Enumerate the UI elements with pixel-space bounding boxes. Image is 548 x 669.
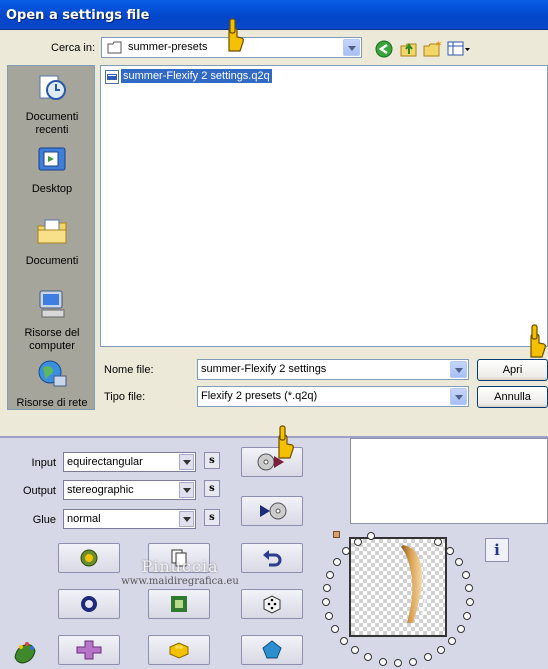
filename-value: summer-Flexify 2 settings bbox=[201, 363, 327, 375]
output-s-button[interactable]: s bbox=[204, 480, 220, 497]
open-button[interactable]: Apri bbox=[477, 359, 548, 381]
folder-icon bbox=[107, 41, 122, 54]
brick-icon bbox=[169, 642, 189, 659]
rotation-dot[interactable] bbox=[332, 558, 341, 567]
output-select[interactable]: stereographic bbox=[63, 480, 196, 500]
place-my-computer[interactable]: Risorse del computer bbox=[8, 288, 96, 353]
bug-icon bbox=[80, 549, 98, 567]
chevron-down-icon[interactable] bbox=[450, 361, 467, 378]
dialog-title: Open a settings file bbox=[6, 8, 150, 23]
file-list[interactable]: summer-Flexify 2 settings.q2q bbox=[100, 65, 548, 347]
cancel-button[interactable]: Annulla bbox=[477, 386, 548, 408]
filetype-label: Tipo file: bbox=[104, 391, 146, 403]
save-preset-button[interactable] bbox=[241, 496, 303, 526]
look-in-value: summer-presets bbox=[128, 41, 208, 53]
input-s-button[interactable]: s bbox=[204, 452, 220, 469]
place-label: Documenti recenti bbox=[25, 111, 79, 136]
flexify-logo-icon bbox=[14, 642, 36, 664]
arrow-to-disc-icon bbox=[260, 502, 287, 520]
back-icon[interactable] bbox=[375, 40, 395, 58]
input-select[interactable]: equirectangular bbox=[63, 452, 196, 472]
documents-folder-icon bbox=[37, 219, 67, 244]
svg-text:✶: ✶ bbox=[435, 40, 443, 50]
place-label: Risorse del computer bbox=[24, 327, 80, 352]
place-label: Documenti bbox=[25, 255, 79, 267]
ring-icon bbox=[81, 596, 97, 612]
rotation-handle[interactable] bbox=[333, 531, 340, 538]
chevron-down-icon[interactable] bbox=[343, 39, 360, 56]
pentagon-icon bbox=[262, 640, 282, 659]
undo-icon bbox=[263, 550, 282, 567]
rotation-dot[interactable] bbox=[456, 625, 465, 634]
tool-button-cross[interactable] bbox=[58, 635, 120, 665]
place-desktop[interactable]: Desktop bbox=[8, 144, 96, 196]
pointer-hand-icon bbox=[530, 324, 546, 358]
filetype-select[interactable]: Flexify 2 presets (*.q2q) bbox=[197, 386, 469, 407]
input-value: equirectangular bbox=[67, 456, 143, 468]
glue-select[interactable]: normal bbox=[63, 509, 196, 529]
glue-label: Glue bbox=[32, 514, 56, 526]
up-folder-icon[interactable] bbox=[399, 40, 419, 58]
glue-value: normal bbox=[67, 513, 101, 525]
output-value: stereographic bbox=[67, 484, 134, 496]
tool-button-brick[interactable] bbox=[148, 635, 210, 665]
recent-documents-icon bbox=[39, 75, 66, 100]
chevron-down-icon[interactable] bbox=[179, 511, 194, 527]
rotation-dot[interactable] bbox=[394, 659, 402, 667]
file-name: summer-Flexify 2 settings.q2q bbox=[120, 68, 273, 84]
glue-s-button[interactable]: s bbox=[204, 509, 220, 526]
open-settings-dialog: Open a settings file Cerca in: summer-pr… bbox=[0, 0, 548, 436]
view-menu-icon[interactable] bbox=[447, 40, 471, 58]
rotation-dot[interactable] bbox=[339, 636, 348, 645]
filename-input[interactable]: summer-Flexify 2 settings bbox=[197, 359, 469, 380]
cross-grid-icon bbox=[76, 640, 102, 660]
watermark-url: www.maidiregrafica.eu bbox=[121, 576, 239, 587]
preview-image bbox=[401, 545, 428, 623]
title-bar[interactable]: Open a settings file bbox=[0, 0, 548, 30]
tool-button-pentagon[interactable] bbox=[241, 635, 303, 665]
input-label: Input bbox=[31, 457, 56, 469]
settings-file-icon bbox=[105, 70, 119, 84]
preview-thumbnail[interactable] bbox=[349, 537, 447, 637]
watermark-name: Pinuccia bbox=[141, 557, 219, 576]
look-in-label: Cerca in: bbox=[51, 42, 96, 54]
rotation-dot[interactable] bbox=[326, 570, 335, 579]
rotation-dot[interactable] bbox=[461, 570, 470, 579]
preview-box bbox=[350, 438, 548, 524]
chevron-down-icon[interactable] bbox=[179, 454, 194, 470]
watermark: Pinuccia www.maidiregrafica.eu bbox=[110, 557, 250, 587]
chevron-down-icon[interactable] bbox=[179, 482, 194, 498]
place-documents[interactable]: Documenti bbox=[8, 216, 96, 268]
rotation-dot[interactable] bbox=[436, 646, 445, 655]
output-label: Output bbox=[22, 485, 56, 497]
rotation-dot[interactable] bbox=[423, 653, 432, 662]
undo-button[interactable] bbox=[241, 543, 303, 573]
tool-button-frame[interactable] bbox=[148, 589, 210, 619]
network-icon bbox=[38, 360, 67, 387]
pointer-hand-icon bbox=[278, 425, 294, 459]
my-computer-icon bbox=[39, 290, 65, 318]
rotation-dot[interactable] bbox=[378, 657, 387, 666]
place-label: Desktop bbox=[31, 183, 73, 195]
place-network[interactable]: Risorse di rete bbox=[8, 358, 96, 410]
filename-label: Nome file: bbox=[104, 364, 154, 376]
places-bar: Documenti recenti Desktop Documenti Riso… bbox=[7, 65, 95, 410]
tool-button-ring[interactable] bbox=[58, 589, 120, 619]
place-label: Risorse di rete bbox=[16, 397, 88, 409]
chevron-down-icon[interactable] bbox=[450, 388, 467, 405]
place-recent-documents[interactable]: Documenti recenti bbox=[8, 72, 96, 137]
pointer-hand-icon bbox=[228, 18, 244, 52]
random-button[interactable] bbox=[241, 589, 303, 619]
rotation-dot[interactable] bbox=[409, 657, 418, 666]
square-frame-icon bbox=[171, 596, 187, 612]
info-button[interactable]: i bbox=[485, 538, 509, 562]
filetype-value: Flexify 2 presets (*.q2q) bbox=[201, 390, 318, 402]
dice-icon bbox=[263, 595, 281, 614]
desktop-icon bbox=[38, 147, 66, 171]
rotation-dot[interactable] bbox=[445, 547, 454, 556]
rotation-dot[interactable] bbox=[448, 636, 457, 645]
new-folder-icon[interactable]: ✶ bbox=[423, 40, 443, 58]
